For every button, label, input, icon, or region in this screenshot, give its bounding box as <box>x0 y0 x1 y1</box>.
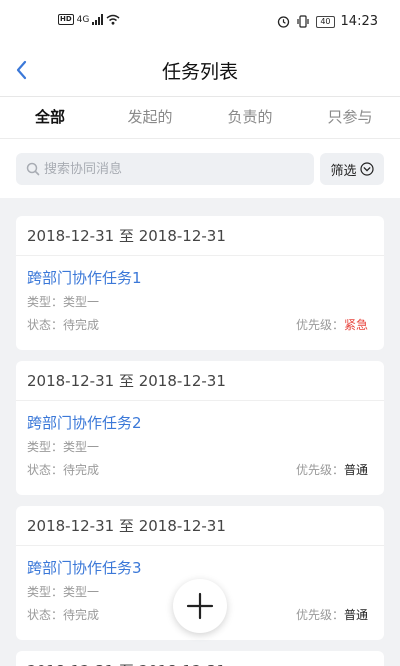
tab-responsible[interactable]: 负责的 <box>200 97 300 138</box>
task-date-range: 2018-12-31 至 2018-12-31 <box>16 506 384 546</box>
status-bar: HD 4G 40 14:23 <box>0 0 400 44</box>
signal-icon <box>92 14 104 25</box>
task-priority: 优先级：普通 <box>296 461 368 478</box>
chevron-down-circle-icon <box>359 162 374 176</box>
alarm-icon <box>278 16 290 28</box>
search-box[interactable] <box>16 153 314 185</box>
status-time: 14:23 <box>340 14 378 29</box>
task-priority: 优先级：紧急 <box>296 316 368 333</box>
task-state: 状态：待完成 <box>27 608 100 622</box>
task-title[interactable]: 跨部门协作任务1 <box>27 267 142 288</box>
task-state: 状态：待完成 <box>27 463 100 477</box>
task-card[interactable]: 2018-12-31 至 2018-12-31 <box>16 651 384 666</box>
priority-label: 优先级： <box>295 608 344 622</box>
task-card[interactable]: 2018-12-31 至 2018-12-31 跨部门协作任务1 类型：类型一 … <box>16 216 384 350</box>
search-area: 筛选 <box>0 138 400 198</box>
priority-label: 优先级： <box>295 318 344 332</box>
task-priority: 优先级：普通 <box>296 606 368 623</box>
task-title[interactable]: 跨部门协作任务3 <box>27 557 142 578</box>
vibrate-icon <box>297 15 309 28</box>
task-card[interactable]: 2018-12-31 至 2018-12-31 跨部门协作任务2 类型：类型一 … <box>16 361 384 495</box>
task-title[interactable]: 跨部门协作任务2 <box>27 412 142 433</box>
task-date-range: 2018-12-31 至 2018-12-31 <box>16 216 384 256</box>
search-input[interactable] <box>44 153 304 185</box>
priority-label: 优先级： <box>295 463 344 477</box>
status-bar-left: HD 4G <box>58 14 120 25</box>
battery-icon: 40 <box>316 15 335 28</box>
plus-icon <box>186 592 214 620</box>
task-state: 状态：待完成 <box>27 318 100 332</box>
priority-value: 紧急 <box>343 318 368 332</box>
filter-button[interactable]: 筛选 <box>320 153 384 185</box>
nav-header: 任务列表 <box>0 44 400 96</box>
add-task-button[interactable] <box>173 579 227 633</box>
tab-bar: 全部 发起的 负责的 只参与 <box>0 96 400 138</box>
search-icon <box>26 162 40 176</box>
filter-label: 筛选 <box>330 163 357 179</box>
task-date-range: 2018-12-31 至 2018-12-31 <box>16 361 384 401</box>
priority-value: 普通 <box>343 463 368 477</box>
page-title: 任务列表 <box>161 61 238 83</box>
priority-value: 普通 <box>343 608 368 622</box>
task-type: 类型：类型一 <box>27 440 100 454</box>
tab-all[interactable]: 全部 <box>0 97 100 138</box>
network-label: 4G <box>76 14 90 25</box>
task-type: 类型：类型一 <box>27 585 100 599</box>
status-bar-right: 40 14:23 <box>277 14 378 29</box>
task-type: 类型：类型一 <box>27 295 100 309</box>
tab-initiated[interactable]: 发起的 <box>100 97 200 138</box>
task-date-range: 2018-12-31 至 2018-12-31 <box>16 651 384 666</box>
tab-participating[interactable]: 只参与 <box>300 97 400 138</box>
wifi-icon <box>106 14 120 25</box>
hd-indicator: HD <box>58 14 74 25</box>
